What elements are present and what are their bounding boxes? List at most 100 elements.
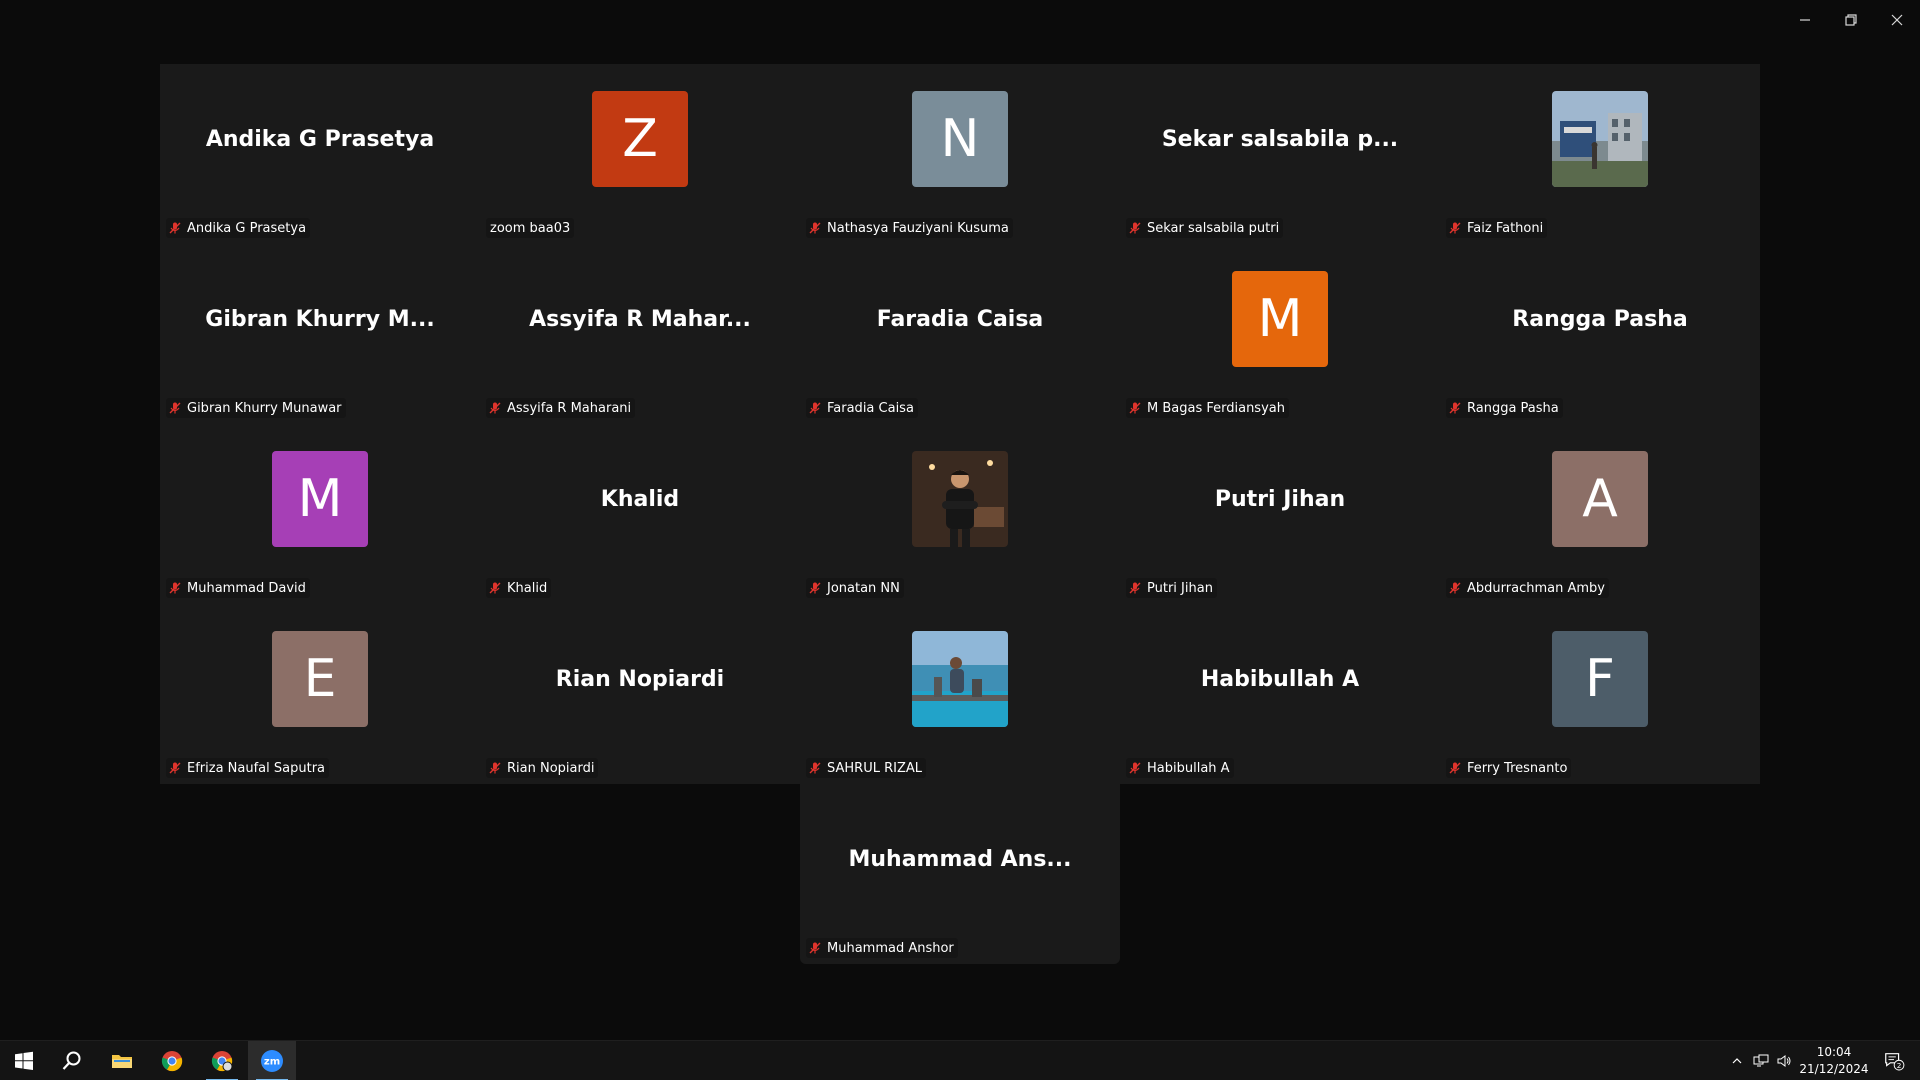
chrome-profile-icon[interactable] xyxy=(198,1041,246,1080)
tile-center: Rian Nopiardi xyxy=(480,604,800,754)
tile-center: M xyxy=(160,424,480,574)
avatar-initial: Z xyxy=(592,91,688,187)
participant-display-name: Assyifa R Mahar... xyxy=(529,306,751,332)
participant-tile[interactable]: Zzoom baa03 xyxy=(480,64,800,244)
sea-photo xyxy=(912,631,1008,727)
participant-tile[interactable]: Muhammad Ans... Muhammad Anshor xyxy=(800,784,1120,964)
avatar-initial: A xyxy=(1552,451,1648,547)
mic-muted-icon xyxy=(809,582,821,594)
avatar-initial: E xyxy=(272,631,368,727)
participant-label: Efriza Naufal Saputra xyxy=(166,758,330,778)
avatar-photo xyxy=(912,631,1008,727)
mic-muted-icon xyxy=(809,942,821,954)
chevron-up-icon[interactable] xyxy=(1726,1041,1748,1080)
participant-display-name: Habibullah A xyxy=(1200,666,1360,692)
mic-muted-icon xyxy=(1129,222,1141,234)
tile-center: Assyifa R Mahar... xyxy=(480,244,800,394)
participant-label: SAHRUL RIZAL xyxy=(806,758,926,778)
tile-center: N xyxy=(800,64,1120,214)
tile-center xyxy=(1440,64,1760,214)
participant-tile[interactable]: Rian Nopiardi Rian Nopiardi xyxy=(480,604,800,784)
participant-tile[interactable]: Faradia Caisa Faradia Caisa xyxy=(800,244,1120,424)
participant-label: Gibran Khurry Munawar xyxy=(166,398,346,418)
participant-tile[interactable]: A Abdurrachman Amby xyxy=(1440,424,1760,604)
participant-name-label: Putri Jihan xyxy=(1147,580,1213,596)
participant-name-label: M Bagas Ferdiansyah xyxy=(1147,400,1285,416)
tile-center: M xyxy=(1120,244,1440,394)
mic-muted-icon xyxy=(489,762,501,774)
restore-icon[interactable] xyxy=(1828,0,1874,40)
participant-tile[interactable]: Habibullah A Habibullah A xyxy=(1120,604,1440,784)
participant-label: Jonatan NN xyxy=(806,578,904,598)
participant-display-name: Muhammad Ans... xyxy=(848,846,1072,872)
windows-taskbar: zm 10:04 21/12/2024 2 xyxy=(0,1040,1920,1080)
participant-tile[interactable]: Assyifa R Mahar... Assyifa R Maharani xyxy=(480,244,800,424)
tile-center: Putri Jihan xyxy=(1120,424,1440,574)
notification-center-icon[interactable]: 2 xyxy=(1874,1041,1914,1080)
mic-muted-icon xyxy=(169,762,181,774)
participant-tile[interactable]: E Efriza Naufal Saputra xyxy=(160,604,480,784)
participant-label: Khalid xyxy=(486,578,552,598)
clock-date: 21/12/2024 xyxy=(1799,1062,1869,1076)
windows-start-icon[interactable] xyxy=(0,1041,48,1080)
mic-muted-icon xyxy=(169,582,181,594)
participant-label: Rangga Pasha xyxy=(1446,398,1563,418)
minimize-icon[interactable] xyxy=(1782,0,1828,40)
participant-display-name: Faradia Caisa xyxy=(876,306,1044,332)
tile-center: Rangga Pasha xyxy=(1440,244,1760,394)
participant-tile[interactable]: Sekar salsabila p... Sekar salsabila putr… xyxy=(1120,64,1440,244)
participant-tile[interactable]: M M Bagas Ferdiansyah xyxy=(1120,244,1440,424)
avatar-initial: M xyxy=(272,451,368,547)
participant-name-label: Efriza Naufal Saputra xyxy=(187,760,326,776)
volume-icon[interactable] xyxy=(1773,1041,1795,1080)
participant-tile[interactable]: Khalid Khalid xyxy=(480,424,800,604)
participant-tile[interactable]: F Ferry Tresnanto xyxy=(1440,604,1760,784)
tile-center: Muhammad Ans... xyxy=(800,784,1120,934)
participant-label: Abdurrachman Amby xyxy=(1446,578,1609,598)
zoom-meeting-window: Andika G Prasetya Andika G Prasetya Zzoom … xyxy=(0,0,1920,1080)
tile-center: Habibullah A xyxy=(1120,604,1440,754)
participant-name-label: Muhammad David xyxy=(187,580,306,596)
mic-muted-icon xyxy=(1449,222,1461,234)
network-icon[interactable] xyxy=(1750,1041,1772,1080)
participant-tile[interactable]: Andika G Prasetya Andika G Prasetya xyxy=(160,64,480,244)
close-icon[interactable] xyxy=(1874,0,1920,40)
mic-muted-icon xyxy=(1449,582,1461,594)
file-explorer-icon[interactable] xyxy=(98,1041,146,1080)
participant-label: Putri Jihan xyxy=(1126,578,1217,598)
mic-muted-icon xyxy=(489,402,501,414)
tile-center xyxy=(800,424,1120,574)
search-icon[interactable] xyxy=(48,1041,96,1080)
participant-name-label: Sekar salsabila putri xyxy=(1147,220,1280,236)
participant-display-name: Gibran Khurry M... xyxy=(205,306,435,332)
participant-tile[interactable]: M Muhammad David xyxy=(160,424,480,604)
participant-label: zoom baa03 xyxy=(486,218,575,238)
avatar-initial: M xyxy=(1232,271,1328,367)
tile-center: E xyxy=(160,604,480,754)
participant-tile[interactable]: Faiz Fathoni xyxy=(1440,64,1760,244)
participant-label: Rian Nopiardi xyxy=(486,758,599,778)
participant-tile[interactable]: Rangga Pasha Rangga Pasha xyxy=(1440,244,1760,424)
participant-tile[interactable]: N Nathasya Fauziyani Kusuma xyxy=(800,64,1120,244)
participant-name-label: Gibran Khurry Munawar xyxy=(187,400,342,416)
participant-label: Andika G Prasetya xyxy=(166,218,311,238)
tile-center: Sekar salsabila p... xyxy=(1120,64,1440,214)
participant-tile[interactable]: Putri Jihan Putri Jihan xyxy=(1120,424,1440,604)
mic-muted-icon xyxy=(809,222,821,234)
clock-time: 10:04 xyxy=(1816,1045,1852,1059)
participant-label: Habibullah A xyxy=(1126,758,1234,778)
participant-tile[interactable]: Jonatan NN xyxy=(800,424,1120,604)
mic-muted-icon xyxy=(809,762,821,774)
participant-name-label: Andika G Prasetya xyxy=(187,220,307,236)
chrome-icon[interactable] xyxy=(148,1041,196,1080)
participant-tile[interactable]: Gibran Khurry M... Gibran Khurry Munawar xyxy=(160,244,480,424)
participant-label: Muhammad Anshor xyxy=(806,938,958,958)
tile-center: Faradia Caisa xyxy=(800,244,1120,394)
participant-tile[interactable]: SAHRUL RIZAL xyxy=(800,604,1120,784)
participant-name-label: Faradia Caisa xyxy=(827,400,914,416)
participant-name-label: Assyifa R Maharani xyxy=(507,400,632,416)
participant-label: Faradia Caisa xyxy=(806,398,918,418)
participant-name-label: Khalid xyxy=(507,580,548,596)
taskbar-clock[interactable]: 10:04 21/12/2024 xyxy=(1796,1044,1872,1078)
zoom-icon[interactable]: zm xyxy=(248,1041,296,1080)
